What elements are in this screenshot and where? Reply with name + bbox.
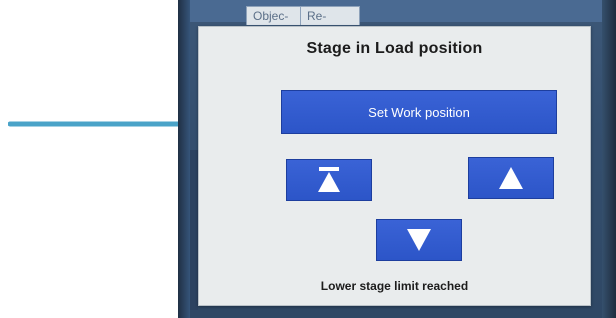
stage-up-button[interactable] (468, 157, 554, 199)
stage-down-button[interactable] (376, 219, 462, 261)
move-to-top-limit-button[interactable] (286, 159, 372, 201)
stage-dialog: Stage in Load position Set Work position… (198, 26, 591, 306)
set-work-position-button[interactable]: Set Work position (281, 90, 557, 134)
screen-bezel-right (602, 0, 616, 318)
move-to-top-limit-icon (318, 167, 340, 192)
arrow-up-icon (499, 167, 523, 189)
background-tab-objective[interactable]: Objec- (246, 6, 306, 25)
background-panel-strip (190, 150, 198, 310)
background-tab-re[interactable]: Re- (300, 6, 360, 25)
device-screen: Objec- Re- Stage in Load position Set Wo… (178, 0, 616, 318)
dialog-title: Stage in Load position (306, 40, 483, 57)
screen-bezel-left (178, 0, 190, 318)
background-toolbar: Objec- Re- (190, 0, 602, 25)
status-message: Lower stage limit reached (320, 279, 469, 293)
arrow-down-icon (407, 229, 431, 251)
page: Objec- Re- Stage in Load position Set Wo… (0, 0, 616, 318)
